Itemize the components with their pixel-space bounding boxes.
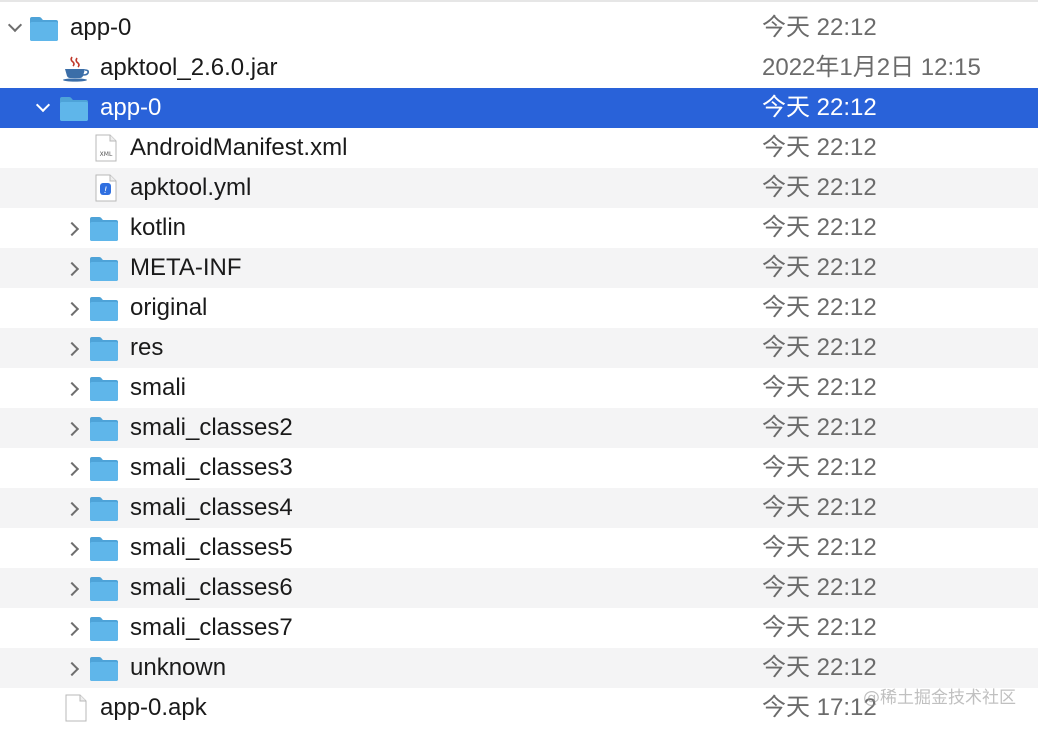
list-row-smali[interactable]: smali 今天 22:12 [0,368,1038,408]
row-name: smali_classes6 [130,574,293,601]
svg-text:XML: XML [100,151,113,158]
row-date: 今天 22:12 [762,334,877,361]
folder-icon [88,413,120,443]
top-divider [0,0,1038,2]
row-name: res [130,334,164,361]
folder-icon [88,613,120,643]
row-date: 今天 22:12 [762,294,877,321]
folder-icon [58,93,90,123]
folder-icon [88,573,120,603]
folder-icon [88,533,120,563]
row-date: 2022年1月2日 12:15 [762,54,981,81]
chevron-right-icon[interactable] [64,408,86,448]
chevron-down-icon[interactable] [4,8,26,48]
finder-list-view: app-0 今天 22:12 apktool_2.6.0.jar 2022年1月… [0,0,1038,730]
list-row-smali-classes7[interactable]: smali_classes7 今天 22:12 [0,608,1038,648]
row-name: META-INF [130,254,242,281]
row-name: smali_classes4 [130,494,293,521]
list-row-smali-classes3[interactable]: smali_classes3 今天 22:12 [0,448,1038,488]
row-name: app-0 [100,94,162,121]
folder-icon [88,253,120,283]
row-date: 今天 22:12 [762,534,877,561]
row-date: 今天 22:12 [762,454,877,481]
row-name: smali_classes2 [130,414,293,441]
folder-icon [88,333,120,363]
xml-file-icon: XML [90,133,122,163]
list-row-meta-inf[interactable]: META-INF 今天 22:12 [0,248,1038,288]
list-row-smali-classes5[interactable]: smali_classes5 今天 22:12 [0,528,1038,568]
row-date: 今天 22:12 [762,254,877,281]
list-row-smali-classes2[interactable]: smali_classes2 今天 22:12 [0,408,1038,448]
list-row-res[interactable]: res 今天 22:12 [0,328,1038,368]
chevron-down-icon[interactable] [32,88,54,128]
chevron-right-icon[interactable] [64,488,86,528]
list-row-smali-classes6[interactable]: smali_classes6 今天 22:12 [0,568,1038,608]
row-date: 今天 22:12 [762,14,877,41]
row-name: kotlin [130,214,187,241]
svg-text:!: ! [104,186,108,196]
row-date: 今天 22:12 [762,94,877,121]
row-date: 今天 22:12 [762,214,877,241]
row-date: 今天 22:12 [762,494,877,521]
list-row-kotlin[interactable]: kotlin 今天 22:12 [0,208,1038,248]
chevron-right-icon[interactable] [64,568,86,608]
row-name: smali_classes5 [130,534,293,561]
row-date: 今天 22:12 [762,174,877,201]
folder-icon [88,493,120,523]
row-name: unknown [130,654,227,681]
chevron-right-icon[interactable] [64,208,86,248]
folder-icon [88,373,120,403]
folder-icon [88,213,120,243]
list-row-smali-classes4[interactable]: smali_classes4 今天 22:12 [0,488,1038,528]
row-name: smali_classes7 [130,614,293,641]
row-name: app-0.apk [100,694,207,721]
list-row-app-0-apk[interactable]: app-0.apk 今天 17:12 [0,688,1038,728]
yml-file-icon: ! [90,173,122,203]
chevron-right-icon[interactable] [64,368,86,408]
row-date: 今天 22:12 [762,414,877,441]
java-coffee-icon [60,53,92,83]
chevron-right-icon[interactable] [64,528,86,568]
row-name: smali_classes3 [130,454,293,481]
row-name: smali [130,374,187,401]
row-date: 今天 22:12 [762,574,877,601]
row-name: apktool_2.6.0.jar [100,54,278,81]
list-row-original[interactable]: original 今天 22:12 [0,288,1038,328]
folder-icon [88,653,120,683]
chevron-right-icon[interactable] [64,248,86,288]
row-name: original [130,294,208,321]
chevron-right-icon[interactable] [64,608,86,648]
folder-icon [88,293,120,323]
file-list: app-0 今天 22:12 apktool_2.6.0.jar 2022年1月… [0,8,1038,728]
chevron-right-icon[interactable] [64,288,86,328]
folder-icon [28,13,60,43]
row-name: app-0 [70,14,132,41]
list-row-app-0-inner[interactable]: app-0 今天 22:12 [0,88,1038,128]
chevron-right-icon[interactable] [64,448,86,488]
chevron-right-icon[interactable] [64,328,86,368]
row-date: 今天 22:12 [762,374,877,401]
row-date: 今天 22:12 [762,614,877,641]
list-row-androidmanifest[interactable]: XML AndroidManifest.xml 今天 22:12 [0,128,1038,168]
row-date: 今天 22:12 [762,134,877,161]
list-row-app-0[interactable]: app-0 今天 22:12 [0,8,1038,48]
list-row-apktool-jar[interactable]: apktool_2.6.0.jar 2022年1月2日 12:15 [0,48,1038,88]
blank-file-icon [60,693,92,723]
row-date: 今天 22:12 [762,654,877,681]
row-date: 今天 17:12 [762,694,877,721]
row-name: AndroidManifest.xml [130,134,348,161]
folder-icon [88,453,120,483]
list-row-unknown[interactable]: unknown 今天 22:12 [0,648,1038,688]
row-name: apktool.yml [130,174,252,201]
list-row-apktool-yml[interactable]: ! apktool.yml 今天 22:12 [0,168,1038,208]
chevron-right-icon[interactable] [64,648,86,688]
